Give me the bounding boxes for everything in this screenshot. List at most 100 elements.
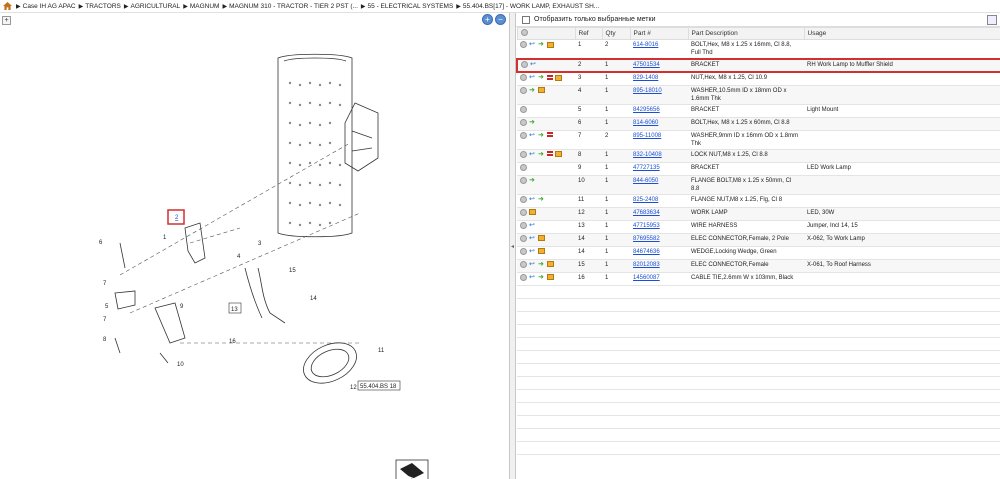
callout-label[interactable]: 4 [237,254,241,260]
description-column-header[interactable]: Part Description [687,27,805,40]
callout-label[interactable]: 6 [99,240,103,246]
table-row[interactable]: ↩ ➜ 7 2 895-11008 WASHER,9mm ID x 16mm OD x 1… [517,130,1000,150]
part-number-link[interactable]: 84674636 [633,249,660,255]
info-icon[interactable] [520,163,527,171]
breadcrumb-item[interactable]: MAGNUM [190,3,220,10]
package-icon[interactable] [555,151,562,157]
callout-label[interactable]: 8 [103,337,107,343]
info-icon[interactable] [520,176,527,184]
info-icon[interactable] [520,74,527,81]
package-icon[interactable] [555,74,562,81]
replace-arrow-icon[interactable]: ↩ [529,74,536,81]
info-icon[interactable] [520,86,527,94]
table-row[interactable]: ↩ 14 1 84674636 WEDGE,Locking Wedge, Green [517,246,1000,260]
add-to-cart-icon[interactable]: ➜ [538,74,545,81]
replace-arrow-icon[interactable]: ↩ [529,261,536,268]
info-icon[interactable] [520,234,527,242]
part-number-link[interactable]: 47715953 [633,223,660,229]
info-icon[interactable] [520,105,527,113]
table-row[interactable]: ➜ 10 1 844-6050 FLANGE BOLT,M8 x 1.25 x 50mm… [517,175,1000,195]
callout-label[interactable]: 7 [103,317,107,323]
callout-label[interactable]: 10 [177,362,184,368]
add-to-cart-icon[interactable]: ➜ [529,119,536,126]
package-icon[interactable] [538,235,545,241]
table-row[interactable]: ➜ 4 1 895-18010 WASHER,10.5mm ID x 18mm OD x… [517,85,1000,105]
info-icon[interactable] [520,131,527,139]
callout-label[interactable]: 15 [289,268,296,274]
part-number-link[interactable]: 614-8016 [633,42,658,48]
prev-page-icon[interactable] [395,459,429,479]
part-number-link[interactable]: 895-18010 [633,88,662,94]
replace-arrow-icon[interactable]: ↩ [530,61,537,68]
replace-arrow-icon[interactable]: ↩ [529,151,536,158]
replace-arrow-icon[interactable]: ↩ [529,132,536,139]
info-icon[interactable] [521,61,528,68]
add-to-cart-icon[interactable]: ➜ [538,196,545,203]
table-row[interactable]: ➜ 6 1 814-6060 BOLT,Hex, M8 x 1.25 x 60mm, C… [517,117,1000,131]
part-number-link[interactable]: 895-11008 [633,133,661,139]
part-number-link[interactable]: 832-10408 [633,152,662,158]
part-number-link[interactable]: 829-1408 [633,75,658,81]
breadcrumb-item[interactable]: Case IH AG APAC [23,3,76,10]
table-row[interactable]: ↩ ➜ 1 2 614-8016 BOLT,Hex, M8 x 1.25 x 16mm, … [517,39,1000,60]
breadcrumb-item[interactable]: AGRICULTURAL [131,3,181,10]
home-icon[interactable] [3,2,12,10]
table-row[interactable]: ↩ 13 1 47715953 WIRE HARNESS Jumper, Incl 14,… [517,220,1000,234]
table-row[interactable]: ↩ ➜ 3 1 829-1408 NUT,Hex, M8 x 1.25, Cl 10.9 [517,72,1000,86]
info-icon[interactable] [520,247,527,255]
table-row[interactable]: ↩ ➜ 11 1 825-2408 FLANGE NUT,M8 x 1.25, Flg, … [517,194,1000,208]
table-row[interactable]: ↩ 14 1 87695582 ELEC CONNECTOR,Female, 2 Pol… [517,233,1000,247]
callout-label[interactable]: 16 [229,339,236,345]
part-number-link[interactable]: 14560087 [633,275,660,281]
table-row[interactable]: 9 1 47727135 BRACKET LED Work Lamp [517,162,1000,176]
part-number-link[interactable]: 47727135 [633,165,660,171]
breadcrumb-item[interactable]: MAGNUM 310 - TRACTOR - TIER 2 PST (... [229,3,358,10]
info-icon[interactable] [520,118,527,126]
replace-arrow-icon[interactable]: ↩ [529,196,536,203]
table-row[interactable]: ↩ 2 1 47501534 BRACKET RH Work Lamp to Muffle… [516,58,1000,73]
note-icon[interactable] [547,74,553,81]
part-number-link[interactable]: 844-6050 [633,178,658,184]
package-icon[interactable] [547,261,554,267]
callout-label[interactable]: 2 [175,215,179,221]
info-icon[interactable] [520,273,527,281]
related-diagram-tag[interactable]: 55.404.BS 18 [360,384,397,390]
replace-arrow-icon[interactable]: ↩ [529,274,536,281]
callout-label[interactable]: 5 [105,304,109,310]
info-icon[interactable] [520,221,527,229]
part-number-link[interactable]: 814-6060 [633,120,658,126]
part-number-link[interactable]: 84295656 [633,107,660,113]
part-number-link[interactable]: 47683634 [633,210,660,216]
part-column-header[interactable]: Part # [629,27,689,40]
replace-arrow-icon[interactable]: ↩ [529,41,536,48]
add-to-cart-icon[interactable]: ➜ [538,41,545,48]
callout-label[interactable]: 12 [350,385,357,391]
breadcrumb-item[interactable]: TRACTORS [85,3,121,10]
table-row[interactable]: ↩ ➜ 15 1 82012083 ELEC CONNECTOR,Female X-061,… [517,259,1000,273]
replace-arrow-icon[interactable]: ↩ [529,222,536,229]
breadcrumb-item[interactable]: 55 - ELECTRICAL SYSTEMS [368,3,454,10]
add-to-cart-icon[interactable]: ➜ [529,87,536,94]
info-icon[interactable] [520,260,527,268]
table-row[interactable]: ↩ ➜ 16 1 14560087 CABLE TIE,2.6mm W x 103mm, … [517,272,1000,286]
table-row[interactable]: ↩ ➜ 8 1 832-10408 LOCK NUT,M8 x 1.25, Cl 8.8 [517,149,1000,163]
callout-label[interactable]: 1 [163,235,167,241]
callout-label[interactable]: 9 [180,304,184,310]
exploded-parts-diagram[interactable]: 12345677891011121314151655.404.BS 18 [0,13,510,479]
part-number-link[interactable]: 47501534 [633,62,660,68]
package-icon[interactable] [547,41,554,48]
note-icon[interactable] [547,132,553,138]
replace-arrow-icon[interactable]: ↩ [529,248,536,255]
add-to-cart-icon[interactable]: ➜ [538,261,545,268]
usage-column-header[interactable]: Usage [803,27,1000,40]
show-selected-checkbox[interactable] [522,15,530,24]
package-icon[interactable] [538,87,545,93]
add-to-cart-icon[interactable]: ➜ [538,132,545,139]
table-row[interactable]: 5 1 84295656 BRACKET Light Mount [517,104,1000,118]
info-icon[interactable] [520,208,527,216]
qty-column-header[interactable]: Qty [601,27,631,40]
package-icon[interactable] [547,274,554,280]
info-icon[interactable] [520,195,527,203]
callout-label[interactable]: 14 [310,296,317,302]
note-icon[interactable] [547,151,553,157]
